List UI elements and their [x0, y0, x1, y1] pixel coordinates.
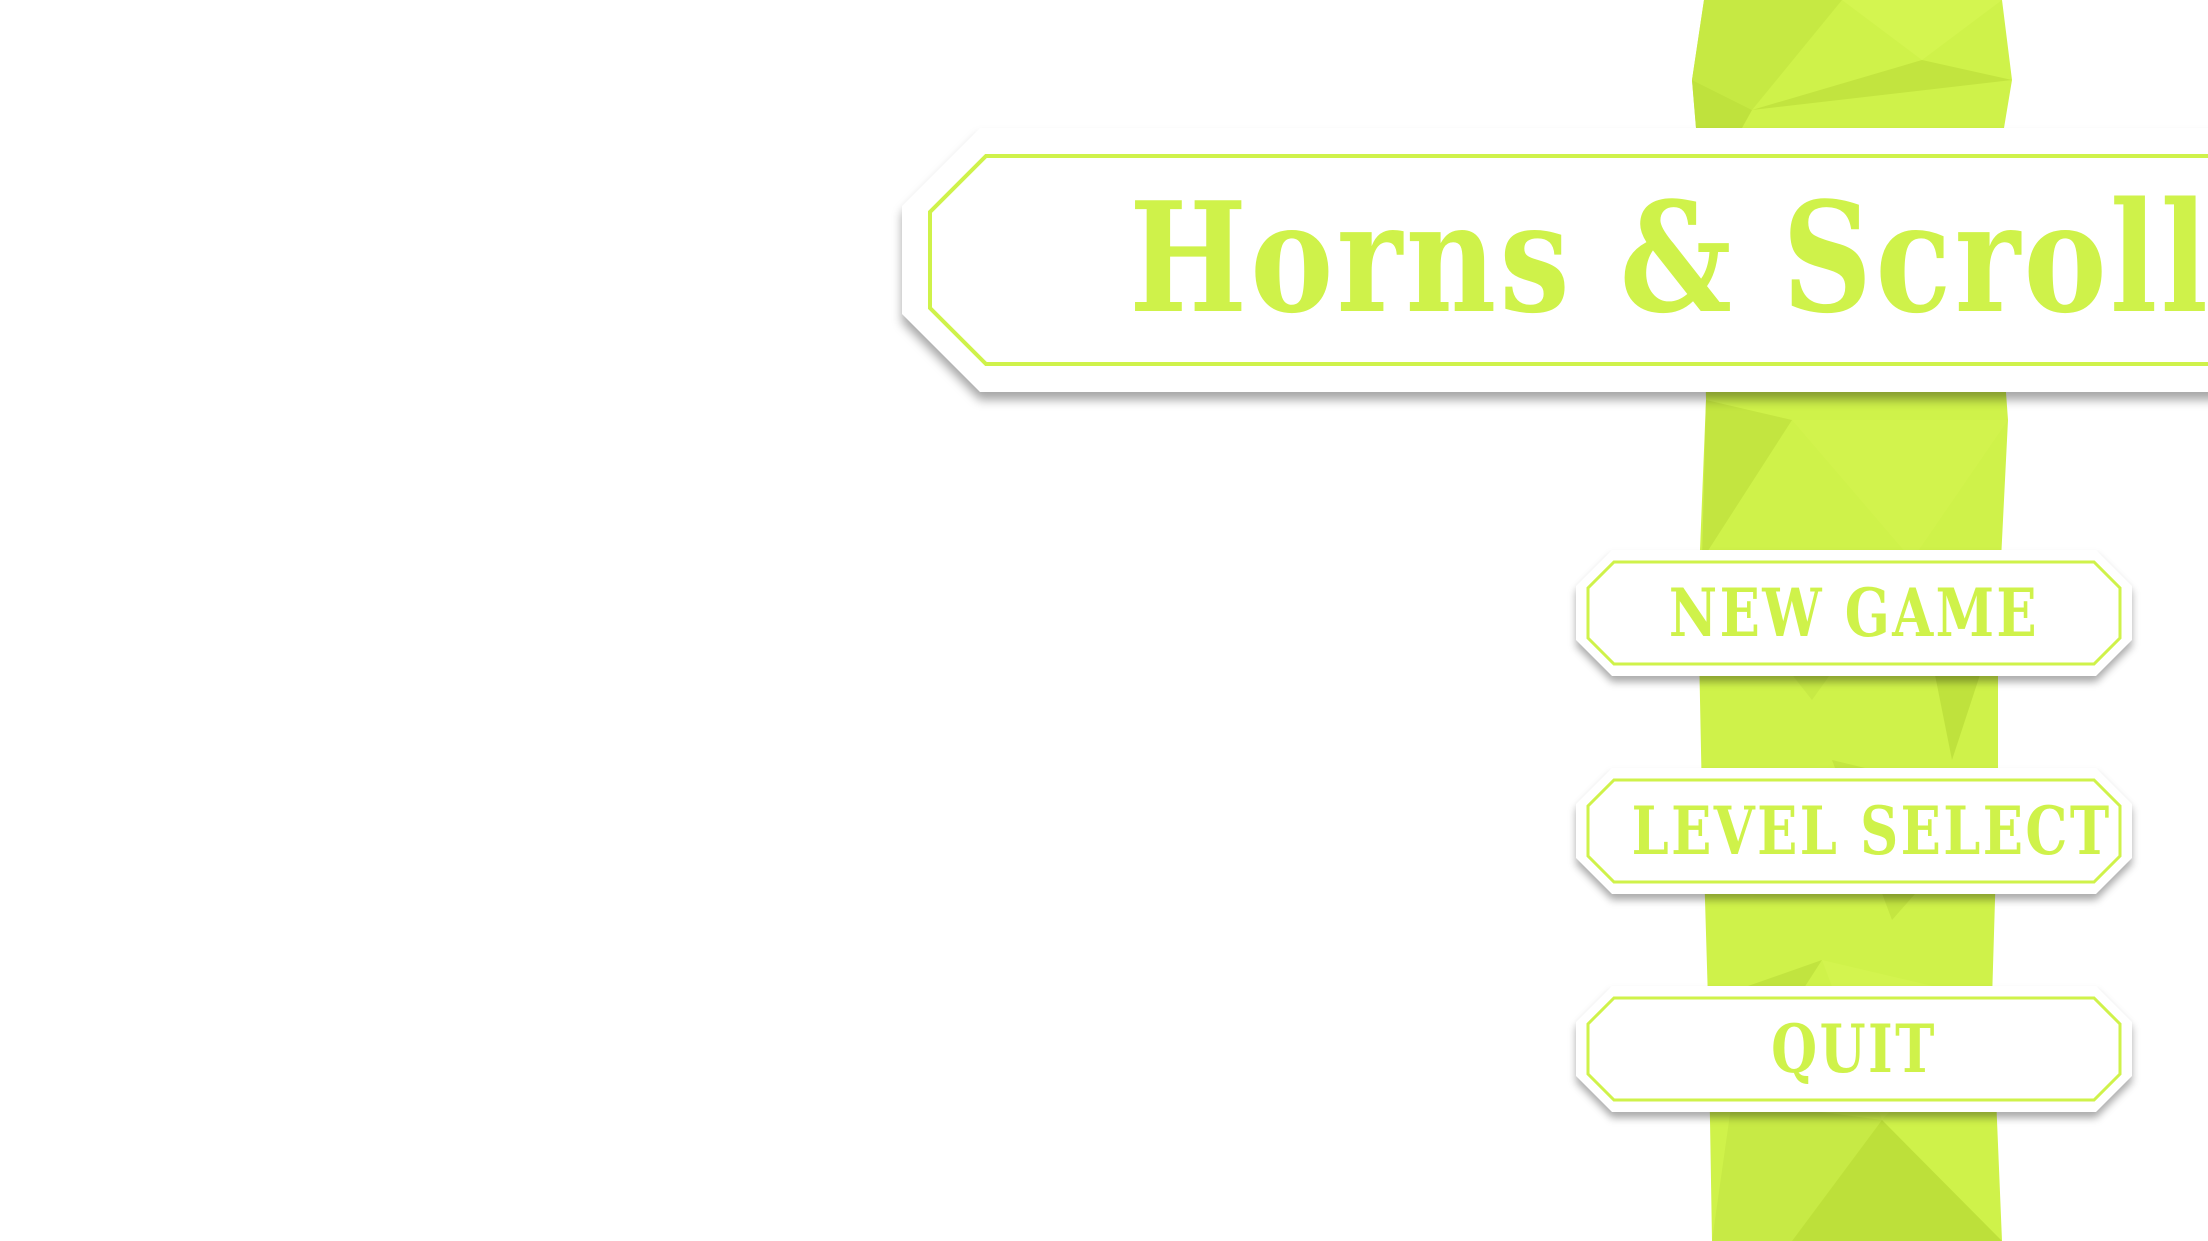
level-select-button[interactable]: LEVEL SELECT — [1576, 768, 2132, 894]
new-game-button[interactable]: NEW GAME — [1576, 550, 2132, 676]
quit-label: QUIT — [1771, 1010, 1937, 1088]
main-menu-screen: Horns & Scrolls NEW GAME LEVEL SELECT QU… — [0, 0, 2208, 1241]
title-banner: Horns & Scrolls — [902, 128, 2208, 392]
new-game-label: NEW GAME — [1668, 574, 2040, 652]
level-select-label: LEVEL SELECT — [1631, 792, 2112, 870]
game-title: Horns & Scrolls — [1129, 168, 2208, 347]
quit-button[interactable]: QUIT — [1576, 986, 2132, 1112]
